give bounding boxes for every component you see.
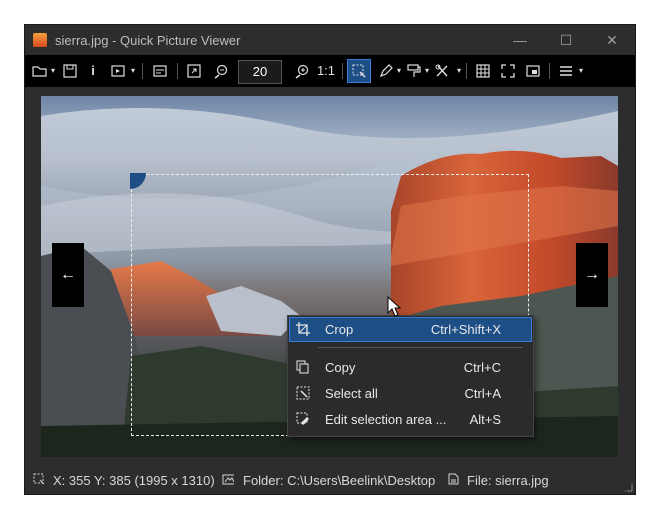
- minimize-button[interactable]: —: [497, 25, 543, 55]
- menu-item-shortcut: Ctrl+C: [463, 360, 501, 375]
- select-icon: [352, 64, 366, 78]
- folder-status: Folder: C:\Users\Beelink\Desktop: [243, 473, 436, 488]
- zoom-input[interactable]: 20: [238, 60, 282, 84]
- mouse-cursor-icon: [387, 296, 401, 317]
- window-title: sierra.jpg - Quick Picture Viewer: [55, 33, 241, 48]
- crop-icon: [296, 322, 310, 336]
- tools-icon: [435, 64, 448, 77]
- folder-icon: [222, 474, 234, 485]
- actual-size-button[interactable]: 1:1: [315, 60, 337, 82]
- draw-icon: [379, 64, 393, 78]
- zoom-out-icon: [214, 64, 228, 79]
- toolbar-separator: [177, 63, 178, 79]
- toolbar-separator: [549, 63, 550, 79]
- chevron-down-icon: ▾: [578, 66, 583, 75]
- menu-item-label: Edit selection area ...: [325, 412, 447, 427]
- fullscreen-icon: [501, 64, 515, 78]
- zoom-out-button[interactable]: [210, 60, 232, 82]
- zoom-in-button[interactable]: [291, 60, 313, 82]
- chevron-down-icon: ▾: [396, 66, 401, 75]
- properties-button[interactable]: [149, 60, 171, 82]
- picture-in-picture-icon: [526, 65, 540, 77]
- coordinates-status: X: 355 Y: 385 (1995 x 1310): [53, 473, 215, 488]
- image-canvas[interactable]: ← → Crop Ctrl+Shift+X Copy Ctrl+C Select…: [25, 87, 635, 467]
- fit-icon: [187, 64, 201, 78]
- file-status: File: sierra.jpg: [467, 473, 549, 488]
- menu-item-edit-selection-area[interactable]: Edit selection area ... Alt+S: [290, 408, 531, 431]
- grid-icon: [476, 64, 490, 78]
- file-icon: [448, 473, 459, 485]
- fit-button[interactable]: [183, 60, 205, 82]
- toolbar-separator: [466, 63, 467, 79]
- slideshow-icon: [111, 65, 125, 77]
- menu-item-shortcut: Ctrl+Shift+X: [430, 322, 501, 337]
- select-tool-button[interactable]: [347, 59, 371, 83]
- copy-icon: [296, 360, 309, 374]
- tools-button[interactable]: ▾: [431, 60, 461, 82]
- menu-item-label: Select all: [325, 386, 378, 401]
- close-button[interactable]: ✕: [589, 25, 635, 55]
- menu-item-label: Crop: [325, 322, 354, 337]
- properties-icon: [153, 65, 167, 77]
- app-window: sierra.jpg - Quick Picture Viewer — ☐ ✕ …: [25, 25, 635, 494]
- menu-item-shortcut: Ctrl+A: [464, 386, 501, 401]
- chevron-down-icon: ▾: [456, 66, 461, 75]
- select-all-icon: [296, 386, 310, 400]
- chevron-down-icon: ▾: [50, 66, 55, 75]
- paint-tool-button[interactable]: ▾: [403, 60, 429, 82]
- draw-tool-button[interactable]: ▾: [375, 60, 401, 82]
- toolbar-separator: [142, 63, 143, 79]
- menu-item-crop[interactable]: Crop Ctrl+Shift+X: [289, 317, 532, 342]
- main-menu-button[interactable]: ▾: [555, 60, 583, 82]
- info-button[interactable]: i: [85, 60, 101, 82]
- selection-handle-top-left[interactable]: [130, 173, 146, 189]
- fullscreen-button[interactable]: [497, 60, 519, 82]
- context-menu: Crop Ctrl+Shift+X Copy Ctrl+C Select all…: [287, 315, 534, 437]
- open-button[interactable]: ▾: [29, 60, 55, 82]
- app-icon: [33, 33, 47, 47]
- next-image-button[interactable]: →: [576, 243, 608, 307]
- menu-item-label: Copy: [325, 360, 356, 375]
- zoom-in-icon: [295, 64, 309, 79]
- title-bar: sierra.jpg - Quick Picture Viewer — ☐ ✕: [25, 25, 635, 55]
- picture-in-picture-button[interactable]: [522, 60, 544, 82]
- menu-item-select-all[interactable]: Select all Ctrl+A: [290, 382, 531, 405]
- menu-item-shortcut: Alt+S: [469, 412, 501, 427]
- chevron-down-icon: ▾: [424, 66, 429, 75]
- save-icon: [63, 64, 77, 78]
- slideshow-button[interactable]: ▾: [107, 60, 135, 82]
- save-button[interactable]: [59, 60, 81, 82]
- grid-button[interactable]: [472, 60, 494, 82]
- previous-image-button[interactable]: ←: [52, 243, 84, 307]
- menu-icon: [560, 66, 572, 76]
- paint-icon: [407, 64, 421, 77]
- toolbar: ▾ i ▾ 20 1:1 ▾ ▾ ▾ ▾: [25, 55, 635, 87]
- resize-grip-icon[interactable]: [623, 482, 633, 492]
- toolbar-separator: [342, 63, 343, 79]
- edit-selection-icon: [296, 412, 309, 425]
- menu-item-copy[interactable]: Copy Ctrl+C: [290, 356, 531, 379]
- chevron-down-icon: ▾: [130, 66, 135, 75]
- info-icon: i: [91, 63, 95, 78]
- menu-separator: [318, 347, 523, 348]
- open-folder-icon: [32, 66, 47, 77]
- selection-icon: [33, 473, 45, 485]
- status-bar: X: 355 Y: 385 (1995 x 1310) Folder: C:\U…: [25, 467, 635, 494]
- maximize-button[interactable]: ☐: [543, 25, 589, 55]
